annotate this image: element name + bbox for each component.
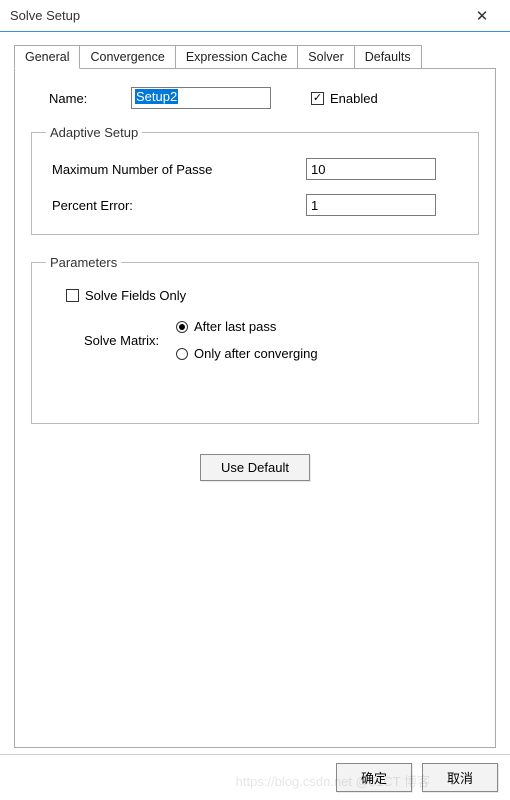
- radio-icon: [176, 348, 188, 360]
- tab-solver[interactable]: Solver: [297, 45, 354, 69]
- tab-convergence[interactable]: Convergence: [79, 45, 175, 69]
- dialog-footer: 确定 取消: [0, 754, 510, 800]
- percent-error-input[interactable]: [306, 194, 436, 216]
- tab-strip: General Convergence Expression Cache Sol…: [14, 44, 496, 68]
- adaptive-legend: Adaptive Setup: [46, 125, 142, 140]
- solve-matrix-label: Solve Matrix:: [84, 333, 176, 348]
- cancel-button[interactable]: 取消: [422, 763, 498, 792]
- adaptive-setup-group: Adaptive Setup Maximum Number of Passe P…: [31, 125, 479, 235]
- close-icon[interactable]: ✕: [462, 2, 502, 30]
- tab-panel-general: Name: Setup2 ✓ Enabled Adaptive Setup Ma…: [14, 68, 496, 748]
- radio-only-after-converging[interactable]: Only after converging: [176, 346, 318, 361]
- tab-expression-cache[interactable]: Expression Cache: [175, 45, 298, 69]
- tab-defaults[interactable]: Defaults: [354, 45, 422, 69]
- enabled-checkbox[interactable]: ✓ Enabled: [311, 91, 378, 106]
- radio-icon: [176, 321, 188, 333]
- max-passes-label: Maximum Number of Passe: [46, 162, 306, 177]
- solve-matrix-row: Solve Matrix: After last pass Only after…: [84, 319, 464, 361]
- name-row: Name: Setup2 ✓ Enabled: [31, 87, 479, 109]
- max-passes-input[interactable]: [306, 158, 436, 180]
- dialog-content: General Convergence Expression Cache Sol…: [0, 32, 510, 748]
- solve-fields-only-checkbox[interactable]: Solve Fields Only: [66, 288, 464, 303]
- radio-label: After last pass: [194, 319, 276, 334]
- use-default-wrap: Use Default: [31, 454, 479, 481]
- percent-error-label: Percent Error:: [46, 198, 306, 213]
- solve-fields-only-label: Solve Fields Only: [85, 288, 186, 303]
- name-label: Name:: [31, 91, 131, 106]
- radio-label: Only after converging: [194, 346, 318, 361]
- solve-matrix-options: After last pass Only after converging: [176, 319, 318, 361]
- percent-error-row: Percent Error:: [46, 194, 464, 216]
- ok-button[interactable]: 确定: [336, 763, 412, 792]
- tab-general[interactable]: General: [14, 45, 80, 69]
- parameters-legend: Parameters: [46, 255, 121, 270]
- enabled-label: Enabled: [330, 91, 378, 106]
- radio-after-last-pass[interactable]: After last pass: [176, 319, 318, 334]
- checkbox-icon: ✓: [311, 92, 324, 105]
- window-title: Solve Setup: [10, 8, 462, 23]
- use-default-button[interactable]: Use Default: [200, 454, 310, 481]
- titlebar: Solve Setup ✕: [0, 0, 510, 32]
- name-input[interactable]: Setup2: [131, 87, 271, 109]
- checkbox-icon: [66, 289, 79, 302]
- parameters-group: Parameters Solve Fields Only Solve Matri…: [31, 255, 479, 424]
- max-passes-row: Maximum Number of Passe: [46, 158, 464, 180]
- name-value: Setup2: [135, 89, 178, 104]
